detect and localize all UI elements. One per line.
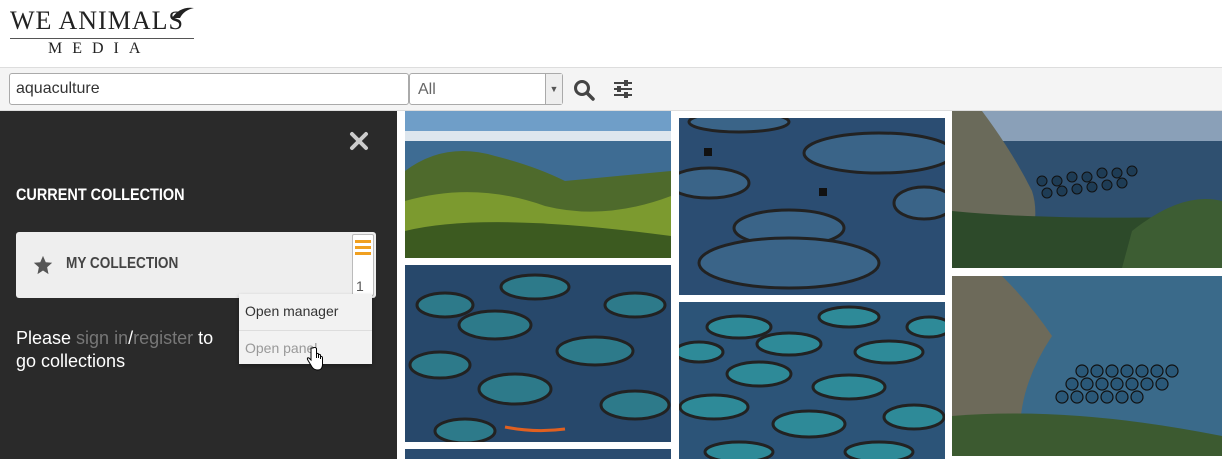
search-input[interactable] [9, 73, 409, 105]
gallery-photo[interactable] [679, 118, 945, 295]
logo-subtitle: MEDIA [48, 40, 151, 57]
gallery-photo[interactable] [952, 111, 1222, 268]
chevron-down-icon: ▼ [545, 74, 562, 104]
gallery-photo[interactable] [405, 449, 671, 459]
bird-icon [172, 7, 194, 18]
close-icon[interactable] [349, 131, 369, 151]
signin-message: Please sign in/register to go collection… [16, 328, 214, 371]
logo-title: WE ANIMALS [10, 6, 184, 35]
gallery-photo[interactable] [405, 111, 671, 258]
site-header: WE ANIMALS MEDIA [0, 0, 1222, 68]
search-icon[interactable] [572, 78, 596, 102]
collection-menu-toggle[interactable]: 1 [352, 234, 374, 296]
open-manager-item[interactable]: Open manager [239, 294, 372, 328]
hand-cursor-icon [306, 347, 323, 371]
star-icon [33, 255, 53, 275]
logo-divider [10, 38, 194, 39]
gallery-photo[interactable] [405, 265, 671, 442]
image-gallery [397, 111, 1222, 459]
we-animals-logo[interactable]: WE ANIMALS MEDIA [10, 4, 196, 62]
register-link[interactable]: register [133, 328, 193, 348]
search-toolbar: All ▼ [0, 68, 1222, 111]
collection-name: MY COLLECTION [66, 255, 179, 272]
sliders-icon[interactable] [612, 78, 634, 100]
media-type-select[interactable]: All ▼ [409, 73, 563, 105]
panel-title: CURRENT COLLECTION [16, 185, 185, 204]
collection-panel: CURRENT COLLECTION MY COLLECTION 1 Pleas… [0, 111, 397, 459]
gallery-photo[interactable] [952, 276, 1222, 456]
gallery-photo[interactable] [679, 302, 945, 459]
select-value: All [418, 81, 436, 98]
collection-count: 1 [356, 278, 364, 294]
collection-item[interactable]: MY COLLECTION 1 [16, 232, 376, 298]
sign-in-link[interactable]: sign in [76, 328, 128, 348]
